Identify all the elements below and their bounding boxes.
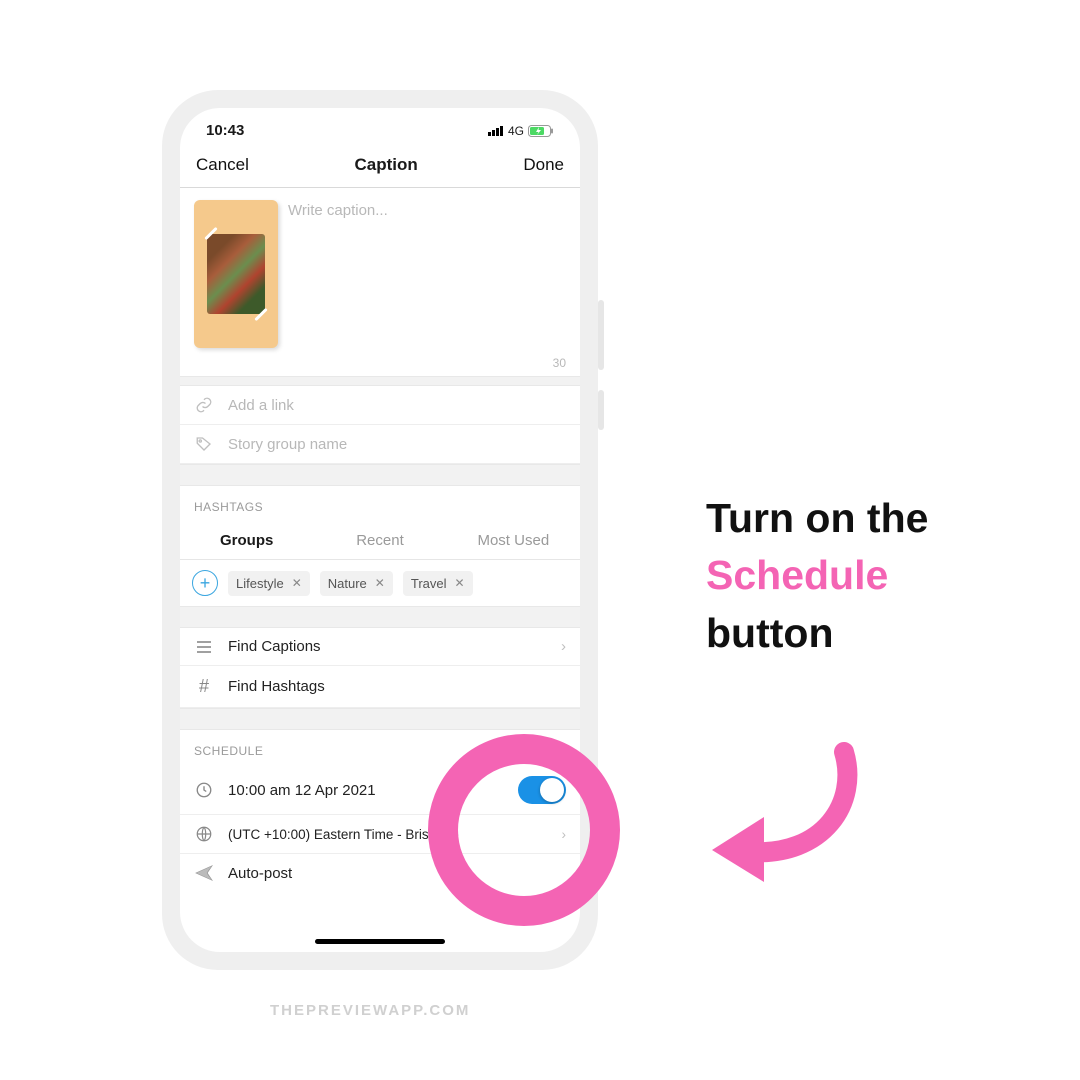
network-label: 4G	[508, 124, 524, 138]
story-group-row[interactable]: Story group name	[180, 425, 580, 464]
find-captions-label: Find Captions	[228, 638, 321, 655]
post-thumbnail[interactable]	[194, 200, 278, 348]
tab-most-used[interactable]: Most Used	[447, 522, 580, 559]
send-icon	[194, 864, 214, 882]
schedule-datetime-label: 10:00 am 12 Apr 2021	[228, 782, 376, 799]
add-link-row[interactable]: Add a link	[180, 386, 580, 425]
globe-icon	[194, 825, 214, 843]
annotation-text: Turn on the Schedule button	[706, 490, 928, 662]
page-title: Caption	[355, 155, 418, 175]
hashtag-tabs: Groups Recent Most Used	[180, 522, 580, 560]
hashtag-chip[interactable]: Travel✕	[403, 571, 473, 596]
autopost-label: Auto-post	[228, 865, 292, 882]
home-indicator	[315, 939, 445, 944]
add-link-placeholder: Add a link	[228, 397, 294, 414]
clock-icon	[194, 781, 214, 799]
close-icon[interactable]: ✕	[455, 576, 465, 590]
timezone-label: (UTC +10:00) Eastern Time - Brisbane	[228, 827, 459, 842]
hash-icon: #	[194, 676, 214, 697]
signal-icon	[488, 125, 504, 136]
status-bar: 10:43 4G	[180, 108, 580, 145]
close-icon[interactable]: ✕	[375, 576, 385, 590]
list-icon	[194, 639, 214, 655]
annotation-arrow-icon	[694, 742, 874, 902]
battery-icon	[528, 125, 554, 137]
close-icon[interactable]: ✕	[292, 576, 302, 590]
add-hashtag-group-button[interactable]: +	[192, 570, 218, 596]
annotation-circle	[428, 734, 620, 926]
link-icon	[194, 396, 214, 414]
navbar: Cancel Caption Done	[180, 145, 580, 188]
annotation-line: Turn on the	[706, 490, 928, 547]
chevron-right-icon: ›	[561, 638, 566, 655]
annotation-line-highlight: Schedule	[706, 547, 928, 604]
annotation-line: button	[706, 605, 928, 662]
cancel-button[interactable]: Cancel	[196, 155, 249, 175]
char-count: 30	[180, 354, 580, 376]
section-label-hashtags: HASHTAGS	[180, 486, 580, 522]
caption-input[interactable]: Write caption...	[288, 200, 566, 348]
caption-area: Write caption...	[180, 188, 580, 354]
watermark: THEPREVIEWAPP.COM	[270, 1002, 470, 1019]
phone-side-button	[598, 300, 604, 370]
status-time: 10:43	[206, 122, 244, 139]
tab-groups[interactable]: Groups	[180, 522, 313, 559]
tab-recent[interactable]: Recent	[313, 522, 446, 559]
find-captions-row[interactable]: Find Captions ›	[180, 628, 580, 666]
phone-side-button	[598, 390, 604, 430]
story-group-placeholder: Story group name	[228, 436, 347, 453]
hashtag-chips: + Lifestyle✕ Nature✕ Travel✕	[180, 560, 580, 606]
find-hashtags-label: Find Hashtags	[228, 678, 325, 695]
tag-icon	[194, 435, 214, 453]
find-hashtags-row[interactable]: # Find Hashtags	[180, 666, 580, 708]
done-button[interactable]: Done	[523, 155, 564, 175]
hashtag-chip[interactable]: Lifestyle✕	[228, 571, 310, 596]
hashtag-chip[interactable]: Nature✕	[320, 571, 393, 596]
